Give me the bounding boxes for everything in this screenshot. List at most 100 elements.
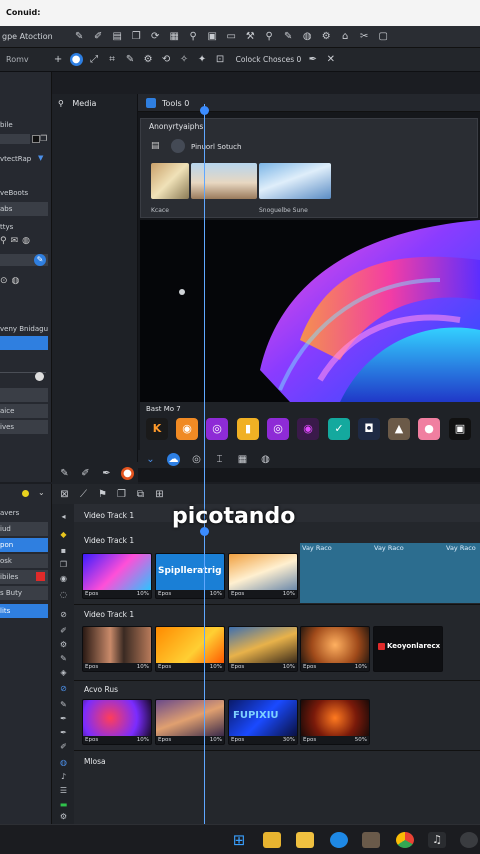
arrow-icon[interactable]: ◂ (58, 512, 69, 522)
playhead[interactable] (204, 104, 205, 826)
tag-icon[interactable]: ◈ (58, 668, 69, 678)
pen-icon[interactable]: ✎ (58, 700, 69, 710)
template-thumb[interactable] (151, 163, 189, 199)
copy-icon[interactable]: ❐ (58, 560, 69, 570)
eye-icon[interactable]: ◉ (58, 574, 69, 584)
mixer-icon[interactable]: ☰ (58, 786, 69, 796)
magnify-icon[interactable]: ⚲ (263, 30, 276, 43)
app-orange-icon[interactable]: ◉ (176, 418, 198, 440)
template-thumb[interactable] (259, 163, 331, 199)
app-purple-icon[interactable]: ◉ (297, 418, 319, 440)
lock-icon[interactable]: ▪ (58, 546, 69, 556)
brush-icon[interactable]: ✐ (58, 626, 69, 636)
grid-icon[interactable]: ▦ (236, 453, 249, 466)
podcast-icon[interactable]: ◎ (206, 418, 228, 440)
template-thumb[interactable] (191, 163, 257, 199)
video-clip[interactable]: Epos 10% (82, 699, 152, 745)
video-clip[interactable]: Epos 50% (300, 699, 370, 745)
pen-icon[interactable]: ✎ (58, 467, 71, 480)
file-explorer-icon[interactable] (263, 832, 281, 848)
document-icon[interactable]: ▤ (111, 30, 124, 43)
copy-icon[interactable]: ❐ (40, 134, 47, 143)
video-clip[interactable]: Epos 10% (155, 626, 225, 672)
track-row[interactable]: iud (0, 522, 48, 536)
gallery-icon[interactable]: ▤ (151, 141, 160, 151)
frame-icon[interactable]: ▢ (377, 30, 390, 43)
globe-icon[interactable]: ◍ (259, 453, 272, 466)
globe-icon[interactable]: ◍ (301, 30, 314, 43)
lock-icon[interactable]: ⊡ (214, 53, 227, 66)
target-icon[interactable]: ◎ (190, 453, 203, 466)
edit-icon[interactable]: ✎ (58, 654, 69, 664)
search-icon[interactable]: ⚲ (187, 30, 200, 43)
chevron-down-icon[interactable]: ⌄ (144, 453, 157, 466)
video-clip[interactable]: Epos 10% (82, 626, 152, 672)
prop-row[interactable]: ives (0, 420, 48, 434)
prop-row[interactable] (0, 388, 48, 402)
track-row[interactable]: osk (0, 554, 48, 568)
link-icon[interactable]: ⊘ (58, 610, 69, 620)
settings-icon[interactable]: ⚙ (58, 812, 69, 822)
image-icon[interactable]: ▣ (206, 30, 219, 43)
crop-icon[interactable]: ⌗ (106, 53, 119, 66)
fx-icon[interactable]: ✧ (178, 53, 191, 66)
eyedropper-icon[interactable]: ✒ (100, 467, 113, 480)
folder-icon[interactable] (296, 832, 314, 848)
blade-icon[interactable]: ⊘ (58, 684, 69, 694)
cloud-icon[interactable]: ☁ (167, 452, 180, 466)
search-icon[interactable]: ⚲ (58, 99, 64, 108)
app-k-icon[interactable]: K (146, 418, 168, 440)
track-row-selected[interactable]: lits (0, 604, 48, 618)
audio-region[interactable] (300, 543, 480, 603)
color-icon[interactable]: ● (121, 466, 134, 480)
rotate-icon[interactable]: ⟳ (149, 30, 162, 43)
chevron-down-icon[interactable]: ▼ (38, 154, 43, 162)
video-clip[interactable]: Epos 10% (228, 626, 298, 672)
brush-icon[interactable]: ✐ (79, 467, 92, 480)
gear-icon[interactable]: ⚙ (58, 640, 69, 650)
windows-start-icon[interactable]: ⊞ (230, 832, 248, 848)
mode-label[interactable]: Colock Chosces 0 (236, 55, 302, 64)
app-dark-icon[interactable]: ▣ (449, 418, 471, 440)
ripple-icon[interactable]: ⟋ (77, 488, 90, 501)
chrome-icon[interactable] (396, 832, 414, 848)
tool-icons[interactable]: ⚲✉◍ (0, 236, 34, 246)
video-clip[interactable]: Epos 10% (82, 553, 152, 599)
select-icon[interactable]: ⊠ (58, 488, 71, 501)
mic-icon[interactable]: ⚑ (96, 488, 109, 501)
video-clip[interactable]: Epos 10% (228, 553, 298, 599)
chevron-down-icon[interactable]: ⌄ (38, 488, 45, 497)
cut-icon[interactable]: ✂ (358, 30, 371, 43)
prop-row[interactable]: abs (0, 202, 48, 216)
selected-row[interactable] (0, 336, 48, 350)
split-icon[interactable]: ⌶ (213, 453, 226, 466)
slider-handle[interactable] (35, 372, 44, 381)
video-editor-icon[interactable] (362, 832, 380, 848)
battery-icon[interactable]: ▬ (58, 800, 69, 810)
settings-icon[interactable]: ⚙ (142, 53, 155, 66)
podcast-icon-2[interactable]: ◎ (267, 418, 289, 440)
record-indicator[interactable] (36, 572, 45, 581)
edit-icon[interactable]: ✎ (34, 254, 46, 266)
add-icon[interactable]: + (52, 53, 65, 66)
app-photo-icon[interactable]: ▲ (388, 418, 410, 440)
headphones-icon[interactable]: ♫ (428, 832, 446, 848)
avatar[interactable] (171, 139, 185, 153)
track-row[interactable]: avers (0, 506, 48, 520)
wand-icon[interactable]: ✦ (196, 53, 209, 66)
marker-icon[interactable]: ✒ (58, 714, 69, 724)
playhead-handle[interactable] (200, 106, 209, 115)
grid-icon[interactable]: ▦ (168, 30, 181, 43)
brush-icon[interactable]: ✐ (92, 30, 105, 43)
tag-icon[interactable]: ⌂ (339, 30, 352, 43)
app-pink-icon[interactable]: ● (418, 418, 440, 440)
color-swatch[interactable] (32, 135, 40, 143)
prop-row[interactable]: bile (0, 118, 48, 132)
marker-icon[interactable]: ✎ (124, 53, 137, 66)
globe-icon[interactable]: ◍ (58, 758, 69, 768)
audio-icon[interactable]: ♪ (58, 772, 69, 782)
transform-icon[interactable]: ⟲ (160, 53, 173, 66)
prop-field[interactable] (0, 134, 30, 144)
track-row[interactable]: s Buty (0, 586, 48, 600)
layout-icon[interactable]: ▭ (225, 30, 238, 43)
